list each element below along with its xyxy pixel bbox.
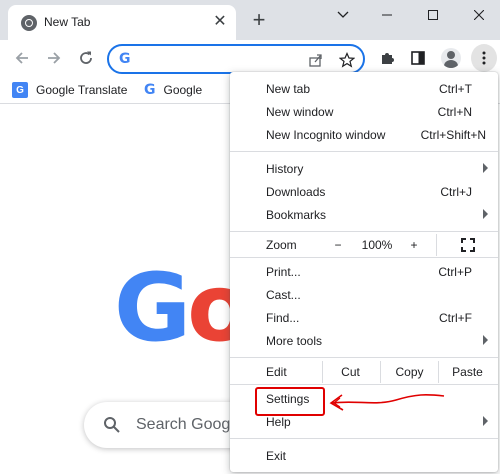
tab-strip: New Tab ✕ + [0,0,500,40]
tab-new-tab[interactable]: New Tab ✕ [8,5,236,40]
bookmark-google-translate[interactable]: G Google Translate [12,81,127,99]
side-panel-icon[interactable] [406,46,430,70]
menu-item-more-tools[interactable]: More tools [230,330,498,353]
annotation-highlight-box [255,387,325,416]
zoom-out-button[interactable]: − [322,234,354,256]
cut-button[interactable]: Cut [322,361,378,383]
chrome-icon [21,15,37,31]
menu-item-history[interactable]: History [230,158,498,181]
menu-item-new-incognito[interactable]: New Incognito window Ctrl+Shift+N [230,124,498,147]
submenu-arrow-icon [483,163,488,173]
google-g-icon: G [144,82,156,98]
menu-item-print[interactable]: Print... Ctrl+P [230,261,498,284]
menu-separator [230,357,498,358]
share-icon[interactable] [306,50,326,70]
search-icon [102,415,122,435]
forward-button[interactable] [40,44,68,72]
menu-item-find[interactable]: Find... Ctrl+F [230,307,498,330]
maximize-button[interactable] [410,0,456,30]
zoom-in-button[interactable]: + [398,234,430,256]
chrome-menu-kebab-icon[interactable] [471,44,497,72]
menu-item-new-window[interactable]: New window Ctrl+N [230,101,498,124]
menu-separator [230,257,498,258]
tab-search-chevron-icon[interactable] [320,0,366,30]
avatar [441,48,461,68]
new-tab-button[interactable]: + [247,9,271,33]
google-logo: Go [114,254,252,363]
menu-item-downloads[interactable]: Downloads Ctrl+J [230,181,498,204]
extensions-puzzle-icon[interactable] [375,46,399,70]
menu-separator [230,231,498,232]
toolbar: G [0,40,500,76]
reload-icon [80,51,92,64]
bookmark-label: Google [163,83,203,97]
translate-icon: G [12,82,28,98]
bookmark-star-icon[interactable] [337,50,357,70]
paste-button[interactable]: Paste [438,361,496,383]
menu-item-new-tab[interactable]: New tab Ctrl+T [230,78,498,101]
window-close-button[interactable] [456,0,500,30]
menu-item-edit: Edit Cut Copy Paste [230,360,498,384]
fullscreen-icon [460,238,475,252]
google-g-icon: G [119,51,131,67]
profile-button[interactable] [439,46,463,70]
submenu-arrow-icon [483,335,488,345]
search-placeholder: Search Googl [136,416,234,433]
menu-separator [230,151,498,152]
menu-item-cast[interactable]: Cast... [230,284,498,307]
menu-item-zoom: Zoom − 100% + [230,233,498,257]
bookmark-label: Google Translate [36,83,128,97]
bookmark-google[interactable]: G Google [144,81,202,99]
forward-arrow-icon [48,52,61,64]
submenu-arrow-icon [483,416,488,426]
minimize-button[interactable] [364,0,410,30]
back-button[interactable] [8,44,36,72]
submenu-arrow-icon [483,209,488,219]
reload-button[interactable] [72,44,100,72]
menu-item-bookmarks[interactable]: Bookmarks [230,204,498,227]
tab-title: New Tab [44,15,91,29]
copy-button[interactable]: Copy [380,361,438,383]
menu-separator [230,438,498,439]
tab-close-icon[interactable]: ✕ [211,13,229,31]
menu-item-exit[interactable]: Exit [230,445,498,468]
menu-separator [230,384,498,385]
annotation-arrow-icon [329,394,445,411]
address-bar[interactable]: G [107,44,365,74]
fullscreen-button[interactable] [436,234,498,256]
zoom-level: 100% [361,238,393,252]
back-arrow-icon [15,52,28,64]
